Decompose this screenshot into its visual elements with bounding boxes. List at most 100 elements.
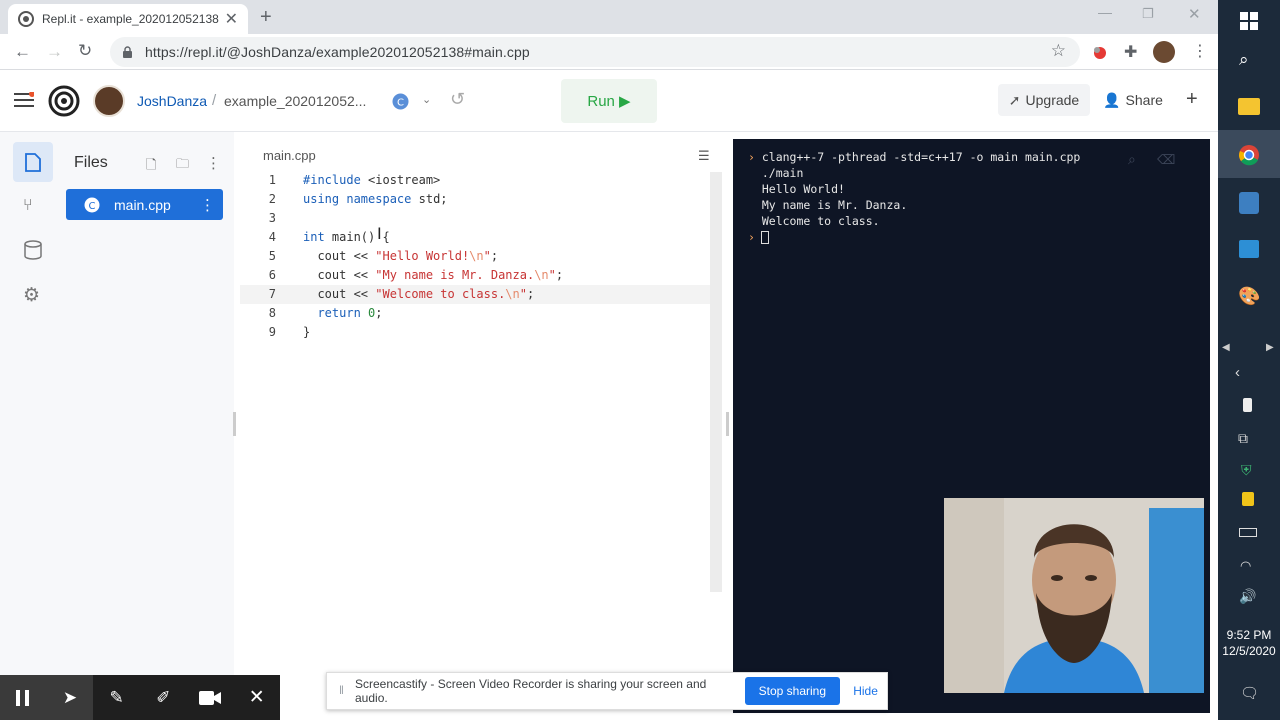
files-menu-icon[interactable]: ⋮	[206, 154, 221, 172]
settings-gear-icon[interactable]: ⚙	[23, 284, 40, 307]
code-line[interactable]: 7 cout << "Welcome to class.\n";	[240, 285, 710, 304]
history-icon[interactable]: ↺	[450, 89, 465, 110]
add-button[interactable]: +	[1186, 88, 1198, 111]
console-text: ./main	[761, 166, 804, 180]
code-line[interactable]: 8 return 0;	[240, 304, 710, 323]
cpp-language-icon: C	[392, 93, 409, 110]
close-toolbar-icon[interactable]: ✕	[233, 675, 280, 720]
code-line[interactable]: 4 int main() {	[240, 228, 710, 247]
capture-tray-icon: ⧉	[1238, 430, 1248, 446]
share-label: Share	[1125, 92, 1163, 108]
rocket-icon: ➚	[1008, 91, 1021, 108]
back-icon[interactable]: ←	[14, 42, 31, 62]
add-user-icon: 👤	[1103, 91, 1121, 108]
pause-icon[interactable]	[0, 675, 47, 720]
files-icon[interactable]	[13, 142, 53, 182]
editor-scrollbar[interactable]	[710, 172, 722, 592]
cursor-tool-icon[interactable]: ➤	[46, 675, 94, 720]
minimize-icon[interactable]: —	[1098, 4, 1112, 20]
stop-sharing-button[interactable]: Stop sharing	[744, 677, 841, 705]
code-line[interactable]: 3	[240, 209, 710, 228]
file-options-icon[interactable]: ⋮	[200, 196, 215, 214]
console-clear-icon[interactable]: ⌫	[1157, 152, 1175, 168]
new-file-icon[interactable]: 🗋	[146, 156, 156, 178]
python-app-icon[interactable]	[1239, 192, 1259, 214]
code-text: cout << "My name is Mr. Danza.\n";	[303, 268, 564, 282]
browser-tab-strip: Repl.it - example_202012052138 ✕ + — ❐ ✕	[0, 0, 1218, 34]
repl-header: JoshDanza / example_202012052... C ⌄ ↺ R…	[0, 70, 1218, 132]
browser-tab[interactable]: Repl.it - example_202012052138 ✕	[8, 4, 248, 34]
version-control-icon[interactable]: ⑂	[23, 197, 33, 215]
forward-icon[interactable]: →	[46, 42, 63, 62]
profile-avatar[interactable]	[1153, 41, 1175, 63]
code-text: return 0;	[317, 306, 383, 320]
chrome-logo-icon	[1238, 144, 1260, 166]
camera-toggle-icon[interactable]	[187, 675, 234, 720]
username-link[interactable]: JoshDanza	[137, 93, 207, 109]
new-folder-icon[interactable]: 🗀	[176, 155, 189, 177]
console-line: Welcome to class.	[748, 213, 1080, 229]
tab-close-icon[interactable]: ✕	[225, 9, 238, 29]
webcam-overlay	[944, 498, 1204, 693]
highlighter-tool-icon[interactable]: ✐	[140, 675, 187, 720]
paint-app-icon[interactable]: 🎨	[1238, 286, 1260, 307]
code-line[interactable]: 5 cout << "Hello World!\n";	[240, 247, 710, 266]
file-item-main-cpp[interactable]: C main.cpp ⋮	[66, 189, 223, 220]
editor-tab[interactable]: main.cpp	[263, 148, 316, 163]
console-line: Hello World!	[748, 181, 1080, 197]
console-input-line[interactable]: ›	[748, 229, 1080, 245]
drag-handle-icon[interactable]: ‖	[339, 683, 344, 697]
prompt-symbol: ›	[748, 230, 755, 244]
svg-text:C: C	[397, 98, 404, 109]
browser-menu-icon[interactable]: ⋮	[1192, 41, 1208, 61]
extensions-puzzle-icon[interactable]: ✚	[1124, 42, 1137, 62]
console-text: Welcome to class.	[761, 214, 880, 228]
file-explorer-icon[interactable]	[1238, 98, 1260, 115]
console-output: › clang++-7 -pthread -std=c++17 -o main …	[748, 149, 1080, 245]
code-line[interactable]: 9}	[240, 323, 710, 342]
clock[interactable]: 9:52 PM 12/5/2020	[1218, 627, 1280, 659]
hide-button[interactable]: Hide	[844, 684, 887, 698]
search-icon[interactable]: ⌕	[1239, 50, 1249, 70]
reload-icon[interactable]: ↻	[78, 41, 92, 61]
pane-resize-handle[interactable]	[233, 412, 236, 436]
line-number: 8	[268, 306, 276, 320]
address-bar[interactable]: https://repl.it/@JoshDanza/example202012…	[110, 37, 1080, 67]
database-icon[interactable]	[24, 240, 42, 260]
window-close-icon[interactable]: ✕	[1188, 5, 1201, 23]
code-line[interactable]: 6 cout << "My name is Mr. Danza.\n";	[240, 266, 710, 285]
code-line[interactable]: 1 #include <iostream>	[240, 171, 710, 190]
console-search-icon[interactable]: ⌕	[1128, 151, 1136, 168]
notifications-icon[interactable]: 🗨	[1240, 684, 1259, 702]
line-number: 9	[268, 325, 276, 339]
console-text: My name is Mr. Danza.	[761, 198, 908, 212]
user-avatar[interactable]	[93, 85, 125, 117]
taskbar-scroll-left-icon[interactable]: ◀	[1222, 342, 1230, 353]
tray-expand-icon[interactable]: ‹	[1235, 364, 1240, 381]
line-number: 1	[268, 173, 276, 187]
taskbar-scroll-right-icon[interactable]: ▶	[1266, 342, 1274, 353]
format-icon[interactable]: ☰	[698, 148, 710, 164]
windows-taskbar: ⌕ 🎨 ◀ ▶ ‹ ⧉ ⛨ ◠ 🔊 9:52 PM 12/5/2020 🗨	[1218, 0, 1280, 720]
code-lines[interactable]: 1 #include <iostream> 2 using namespace std…	[240, 171, 710, 342]
hamburger-menu-icon[interactable]	[14, 92, 34, 108]
pen-tool-icon[interactable]: ✎	[93, 675, 140, 720]
console-line: My name is Mr. Danza.	[748, 197, 1080, 213]
new-tab-button[interactable]: +	[260, 6, 272, 29]
chevron-down-icon[interactable]: ⌄	[422, 93, 431, 106]
pane-resize-handle-right[interactable]	[726, 412, 729, 436]
code-line[interactable]: 2 using namespace std;	[240, 190, 710, 209]
sidebar-icon-rail	[0, 132, 66, 680]
share-button[interactable]: 👤 Share	[1098, 84, 1168, 116]
extension-record-icon[interactable]	[1091, 44, 1109, 62]
bookmark-star-icon[interactable]: ☆	[1051, 41, 1066, 61]
windows-start-icon[interactable]	[1240, 12, 1258, 30]
upgrade-button[interactable]: ➚ Upgrade	[998, 84, 1090, 116]
cpp-file-icon: C	[84, 197, 100, 213]
repl-name[interactable]: example_202012052...	[224, 93, 366, 109]
photos-app-icon[interactable]	[1239, 240, 1259, 258]
console-cursor	[760, 231, 769, 244]
replit-logo-icon[interactable]	[48, 85, 80, 117]
run-button[interactable]: Run ▶	[561, 79, 657, 123]
restore-icon[interactable]: ❐	[1142, 6, 1154, 22]
